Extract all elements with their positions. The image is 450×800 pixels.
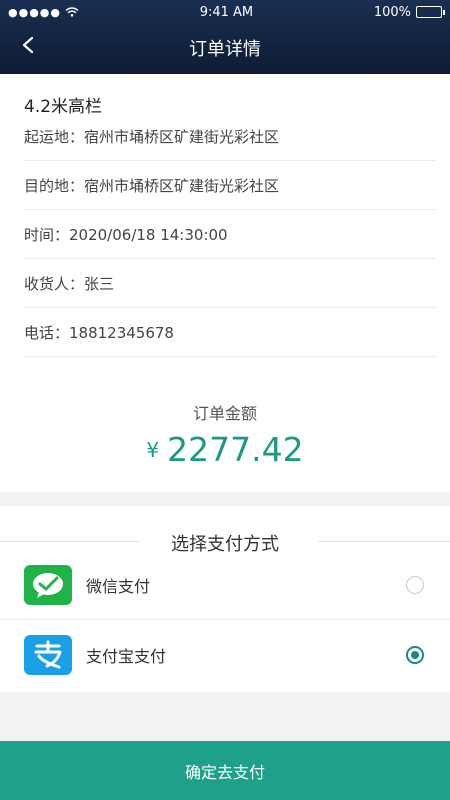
currency-symbol: ¥ — [146, 438, 160, 462]
origin-text: 起运地：宿州市埇桥区矿建街光彩社区 — [24, 127, 280, 146]
consignee-text: 收货人：张三 — [24, 274, 115, 293]
payment-option-label: 支付宝支付 — [86, 647, 167, 666]
wechat-pay-icon — [24, 564, 72, 605]
destination-row: 目的地：宿州市埇桥区矿建街光彩社区 — [24, 161, 436, 210]
radio-dot — [411, 651, 419, 659]
phone-row: 电话：18812345678 — [24, 308, 436, 357]
battery: 100% — [373, 4, 445, 20]
status-bar: ●●●●● 9:41 AM 100% — [0, 0, 450, 24]
payment-card: 选择支付方式 微信支付 支付宝支付 — [0, 506, 450, 692]
alipay-icon — [24, 635, 72, 675]
amount-label: 订单金额 — [192, 404, 257, 423]
page-title: 订单详情 — [189, 39, 261, 60]
battery-icon — [415, 6, 445, 18]
time-text: 时间：2020/06/18 14:30:00 — [24, 225, 228, 244]
status-time: 9:41 AM — [199, 4, 254, 20]
chevron-left-icon — [22, 36, 34, 54]
wifi-icon — [65, 7, 79, 17]
radio-unselected[interactable] — [406, 575, 424, 594]
battery-percent: 100% — [373, 4, 411, 20]
status-left: ●●●●● — [8, 6, 79, 19]
payment-option-wechat[interactable]: 微信支付 — [0, 550, 450, 620]
order-amount: ¥2277.42 — [0, 430, 450, 469]
radio-selected[interactable] — [406, 646, 424, 664]
nav-bar: 订单详情 — [0, 24, 450, 74]
phone-text: 电话：18812345678 — [24, 323, 174, 342]
back-button[interactable] — [14, 30, 42, 60]
confirm-pay-button[interactable]: 确定去支付 — [0, 741, 450, 800]
amount-value: 2277.42 — [167, 430, 304, 469]
time-row: 时间：2020/06/18 14:30:00 — [24, 210, 436, 259]
origin-row: 起运地：宿州市埇桥区矿建街光彩社区 — [24, 112, 436, 161]
consignee-row: 收货人：张三 — [24, 259, 436, 308]
order-info-card: 4.2米高栏 起运地：宿州市埇桥区矿建街光彩社区 目的地：宿州市埇桥区矿建街光彩… — [0, 74, 450, 492]
header: ●●●●● 9:41 AM 100% 订单详情 — [0, 0, 450, 74]
signal-icon: ●●●●● — [8, 5, 61, 19]
payment-option-alipay[interactable]: 支付宝支付 — [0, 620, 450, 690]
payment-option-label: 微信支付 — [86, 576, 151, 596]
destination-text: 目的地：宿州市埇桥区矿建街光彩社区 — [24, 176, 280, 195]
